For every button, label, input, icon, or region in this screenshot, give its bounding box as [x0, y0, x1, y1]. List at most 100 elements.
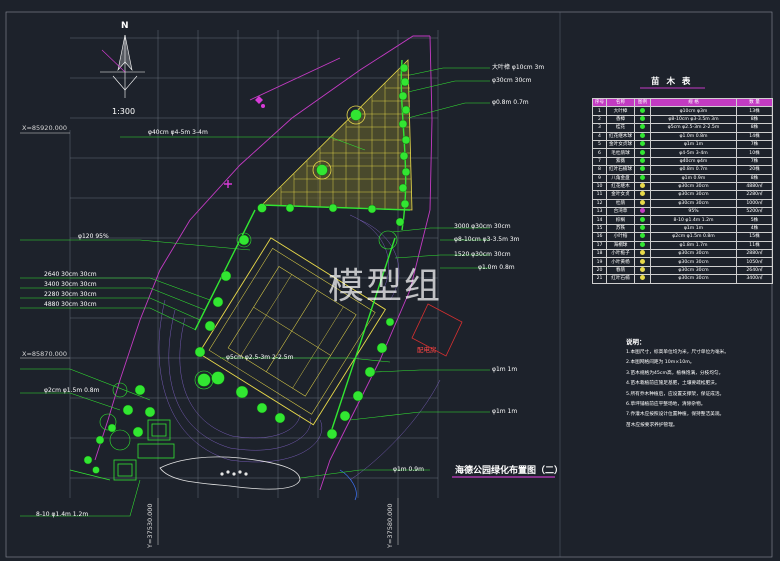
table-row: 10 红花继木 φ30cm 30cm 4880㎡: [592, 181, 773, 192]
table-cell: φ5cm φ2.5-3m 2-2.5m: [650, 123, 737, 133]
table-cell: 2880㎡: [736, 249, 773, 259]
paved-plaza: [261, 59, 413, 211]
table-cell: 5200㎡: [736, 207, 773, 217]
table-cell: 3400㎡: [736, 274, 773, 284]
legend-symbol: [634, 265, 651, 276]
table-cell: 杜鹃: [606, 198, 635, 209]
table-cell: 8株: [736, 114, 773, 125]
table-cell: 7: [592, 156, 607, 167]
label-right-2: φ1m 1m: [492, 408, 518, 415]
table-cell: 小叶黄杨: [606, 257, 635, 267]
table-cell: 大叶樟: [606, 106, 635, 116]
north-arrow-icon: [100, 34, 145, 98]
table-cell: φ1.0m 0.8m: [650, 131, 737, 141]
table-cell: φ30cm 30cm: [650, 274, 737, 284]
table-cell: 8: [592, 165, 607, 175]
legend-swatch-icon: [640, 250, 645, 256]
table-cell: 3: [592, 123, 607, 133]
table-cell: 18: [592, 249, 607, 259]
label-top2: φ30cm 30cm: [492, 77, 532, 84]
table-cell: 紫薇: [606, 156, 635, 167]
table-cell: 小叶栀子: [606, 249, 635, 259]
table-cell: 2: [592, 114, 607, 125]
table-row: 16 小叶榕 φ2cm φ1.5m 0.8m 15株: [592, 232, 773, 242]
legend-swatch-icon: [640, 183, 645, 189]
markers: [224, 96, 265, 188]
table-row: 4 红花继木球 φ1.0m 0.8m 14株: [592, 131, 773, 141]
legend-swatch-icon: [640, 242, 645, 247]
table-cell: 春鹃: [606, 265, 635, 276]
legend-swatch-icon: [640, 191, 645, 197]
table-cell: 11株: [736, 240, 773, 251]
table-cell: 4: [592, 131, 607, 141]
table-cell: 20: [592, 265, 607, 276]
legend-swatch-icon: [640, 258, 645, 264]
table-row: 9 八角金盘 φ1m 0.9m 8株: [592, 173, 773, 183]
note-item: 5.所有乔木种植后，应设置支撑架，保证成活。: [626, 391, 725, 397]
table-cell: 8-10 φ1.4m 1.2m: [650, 215, 737, 225]
table-cell: 2640㎡: [736, 265, 773, 276]
table-cell: φ10cm φ3m: [650, 106, 737, 116]
legend-symbol: [634, 131, 651, 141]
table-cell: 8株: [736, 123, 773, 133]
table-row: 11 金叶女贞 φ30cm 30cm 2280㎡: [592, 190, 773, 200]
table-cell: 21: [592, 274, 607, 284]
table-row: 6 毛杜鹃球 φ4-5m 3-4m 10株: [592, 148, 773, 158]
table-cell: φ4-5m 3-4m: [650, 148, 737, 158]
north-letter: N: [121, 21, 129, 31]
table-cell: 11: [592, 190, 607, 200]
table-row: 8 红叶石楠球 φ0.8m 0.7m 20株: [592, 165, 773, 175]
table-row: 19 小叶黄杨 φ30cm 30cm 1050㎡: [592, 257, 773, 267]
table-cell: 20株: [736, 165, 773, 175]
table-cell: 棕榈: [606, 215, 635, 225]
note-item: 3.苗木规格为45cm高，植株饱满，分枝均匀。: [626, 370, 724, 376]
scale-label: 1:300: [112, 107, 136, 116]
table-cell: 香樟: [606, 114, 635, 125]
table-cell: 台湾草: [606, 207, 635, 217]
legend-symbol: [634, 257, 651, 267]
table-cell: 1: [592, 106, 607, 116]
plant-table-header: 序号 名称 图例规 格数 量: [592, 97, 773, 108]
table-cell: 红花继木: [606, 181, 635, 192]
plant-table-header-cell: 序号: [592, 97, 607, 108]
table-cell: 19: [592, 257, 607, 267]
table-row: 1 大叶樟 φ10cm φ3m 13株: [592, 106, 773, 116]
coord-x-mid: X=85870.000: [22, 350, 68, 358]
table-cell: φ8-10cm φ3-3.5m 3m: [650, 114, 737, 125]
label-left-2: 3400 30cm 30cm: [44, 281, 97, 288]
table-row: 21 红叶石楠 φ30cm 30cm 3400㎡: [592, 274, 773, 284]
legend-symbol: [634, 215, 651, 225]
legend-symbol: [634, 106, 651, 116]
label-mid-2: φ8-10cm φ3-3.5m 3m: [454, 236, 520, 243]
legend-symbol: [634, 165, 651, 175]
table-cell: 13: [592, 207, 607, 217]
table-cell: 2280㎡: [736, 190, 773, 200]
table-cell: φ1.8m 1.7m: [650, 240, 737, 251]
table-cell: φ30cm 30cm: [650, 249, 737, 259]
label-top3: φ0.8m 0.7m: [492, 99, 529, 106]
table-cell: 9: [592, 173, 607, 183]
label-bottom-mid: φ1m 0.9m: [393, 466, 424, 473]
table-cell: 10株: [736, 148, 773, 158]
label-left-5: φ2cm φ1.5m 0.8m: [44, 387, 100, 394]
legend-swatch-icon: [640, 208, 645, 214]
table-row: 15 苏铁 φ1m 1m 4株: [592, 223, 773, 234]
label-left-1: 2640 30cm 30cm: [44, 271, 97, 278]
legend-swatch-icon: [640, 158, 645, 163]
label-left-b: φ120 95%: [78, 233, 109, 240]
legend-symbol: [634, 223, 651, 234]
legend-swatch-icon: [640, 166, 645, 172]
table-cell: φ1m 0.9m: [650, 173, 737, 183]
coord-x-top: X=85920.000: [22, 124, 68, 132]
note-item: 2.本图网格间距为 10m×10m。: [626, 360, 695, 366]
plant-table-header-cell: 规 格: [650, 97, 737, 108]
coord-y-left: Y=37530.000: [146, 503, 154, 548]
legend-symbol: [634, 190, 651, 200]
label-left-4: 4880 30cm 30cm: [44, 301, 97, 308]
table-row: 7 紫薇 φ40cm φ4m 7株: [592, 156, 773, 167]
table-cell: φ30cm 30cm: [650, 181, 737, 192]
table-cell: φ0.8m 0.7m: [650, 165, 737, 175]
plant-table-title: 苗 木 表: [651, 77, 693, 87]
label-mid-1: 3000 φ30cm 30cm: [454, 223, 511, 230]
table-row: 20 春鹃 φ30cm 30cm 2640㎡: [592, 265, 773, 276]
